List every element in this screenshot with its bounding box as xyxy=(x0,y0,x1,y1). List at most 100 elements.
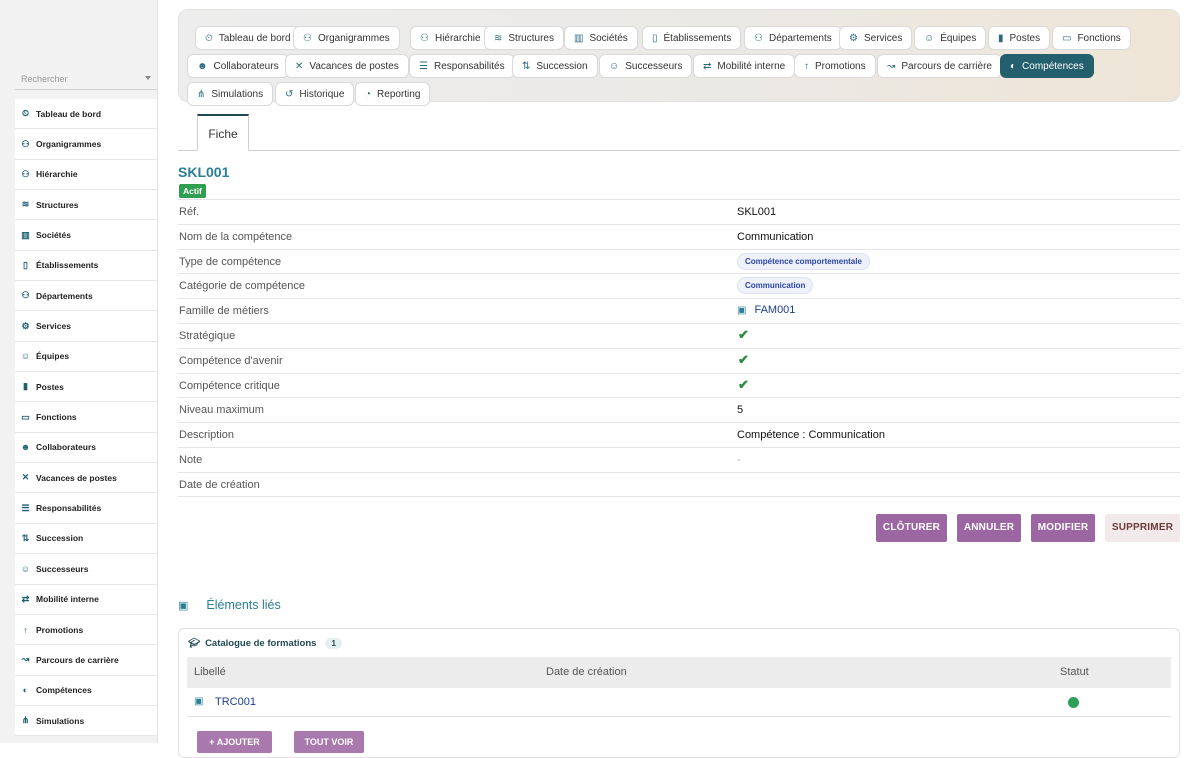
nav-pill-societes[interactable]: ▥ Sociétés xyxy=(564,26,638,50)
nav-pill-label: Équipes xyxy=(940,32,977,44)
nav-pill-succession[interactable]: ⇅ Succession xyxy=(512,54,598,78)
nav-pill-label: Mobilité interne xyxy=(717,60,786,72)
main-content: ⏲ Tableau de bord ⚇ Organigrammes ⚇ Hiérarchi… xyxy=(178,0,1180,758)
sidebar-item-simulations[interactable]: ⋔ Simulations xyxy=(15,706,157,737)
sidebar-item-promotions[interactable]: ↑ Promotions xyxy=(15,615,157,646)
sidebar-item-label: Parcours de carrière xyxy=(36,654,119,665)
nav-pill-competences[interactable]: ◐ Compétences xyxy=(1000,54,1094,78)
societes-icon: ▥ xyxy=(574,32,584,44)
sidebar-item-succession[interactable]: ⇅ Succession xyxy=(15,524,157,555)
sidebar-item-label: Succession xyxy=(36,533,84,544)
book-icon: ▣ xyxy=(737,305,747,317)
services-icon: ⚙ xyxy=(849,32,858,44)
delete-button[interactable]: SUPPRIMER xyxy=(1105,514,1180,542)
sidebar-item-services[interactable]: ⚙ Services xyxy=(15,311,157,342)
nav-pill-promotions[interactable]: ↑ Promotions xyxy=(794,54,876,78)
mobilite-interne-icon: ⇄ xyxy=(703,60,712,72)
nav-pill-responsabilites[interactable]: ☰ Responsabilités xyxy=(409,54,515,78)
sidebar-item-label: Établissements xyxy=(36,260,99,271)
sidebar-item-mobilite-interne[interactable]: ⇄ Mobilité interne xyxy=(15,585,157,615)
mobilite-interne-icon: ⇄ xyxy=(21,593,30,604)
record-fields: Réf. SKL001 Nom de la compétence Communi… xyxy=(178,199,1180,497)
nav-pill-label: Hiérarchie xyxy=(434,32,481,44)
sidebar-item-parcours-de-carriere[interactable]: ↝ Parcours de carrière xyxy=(15,645,157,676)
nav-pill-vacances-de-postes[interactable]: ✕ Vacances de postes xyxy=(285,54,409,78)
postes-icon: ▮ xyxy=(998,32,1004,44)
sidebar-item-fonctions[interactable]: ▭ Fonctions xyxy=(15,402,157,433)
see-all-button[interactable]: TOUT VOIR xyxy=(294,731,364,753)
sidebar-item-postes[interactable]: ▮ Postes xyxy=(15,372,157,403)
column-header: Libellé xyxy=(194,666,226,678)
add-button[interactable]: + AJOUTER xyxy=(197,731,272,753)
nav-pill-structures[interactable]: ≋ Structures xyxy=(484,26,564,50)
training-link[interactable]: TRC001 xyxy=(215,696,256,708)
sidebar-item-organigrammes[interactable]: ⚇ Organigrammes xyxy=(15,129,157,160)
nav-pill-equipes[interactable]: ☺ Équipes xyxy=(914,26,987,50)
sidebar-item-hierarchie[interactable]: ⚇ Hiérarchie xyxy=(15,160,157,191)
sidebar-search-select[interactable]: Rechercher xyxy=(15,68,157,90)
field-row-category: Catégorie de compétence Communication xyxy=(178,273,1180,298)
organigrammes-icon: ⚇ xyxy=(303,32,312,44)
cancel-button[interactable]: ANNULER xyxy=(957,514,1021,542)
sidebar-item-competences[interactable]: ◐ Compétences xyxy=(15,676,157,706)
nav-pill-historique[interactable]: ↺ Historique xyxy=(275,82,355,106)
nav-pill-mobilite-interne[interactable]: ⇄ Mobilité interne xyxy=(693,54,796,78)
field-row-note: Note - xyxy=(178,446,1180,472)
nav-pill-postes[interactable]: ▮ Postes xyxy=(988,26,1051,50)
sidebar-item-vacances-de-postes[interactable]: ✕ Vacances de postes xyxy=(15,463,157,494)
field-label: Note xyxy=(179,453,203,466)
tab-fiche[interactable]: Fiche xyxy=(197,114,249,151)
tableau-de-bord-icon: ⏲ xyxy=(205,32,213,44)
field-row-max-level: Niveau maximum 5 xyxy=(178,397,1180,422)
table-header: Libellé Date de création Statut xyxy=(187,657,1171,688)
competences-icon: ◐ xyxy=(1010,60,1017,72)
nav-pill-label: Compétences xyxy=(1022,60,1084,72)
nav-pill-parcours-de-carriere[interactable]: ↝ Parcours de carrière xyxy=(877,54,1002,78)
table-row[interactable]: ▣ TRC001 xyxy=(187,688,1171,717)
sidebar-item-tableau-de-bord[interactable]: ⏲ Tableau de bord xyxy=(15,99,157,130)
nav-pill-label: Responsabilités xyxy=(433,60,505,72)
sidebar-item-collaborateurs[interactable]: ☻ Collaborateurs xyxy=(15,433,157,464)
field-label: Compétence d'avenir xyxy=(179,354,283,367)
nav-pill-hierarchie[interactable]: ⚇ Hiérarchie xyxy=(410,26,491,50)
hierarchie-icon: ⚇ xyxy=(420,32,429,44)
sidebar-item-successeurs[interactable]: ☺ Successeurs xyxy=(15,554,157,585)
nav-pill-etablissements[interactable]: ▯ Établissements xyxy=(642,26,742,50)
nav-pill-label: Organigrammes xyxy=(317,32,390,44)
book-icon: ▣ xyxy=(194,696,204,707)
book-icon: ▣ xyxy=(178,600,189,612)
nav-pill-tableau-de-bord[interactable]: ⏲ Tableau de bord xyxy=(195,26,301,50)
sidebar-item-departements[interactable]: ⚇ Départements xyxy=(15,281,157,312)
field-row-strategic: Stratégique ✔ xyxy=(178,322,1180,348)
sidebar-item-label: Fonctions xyxy=(36,412,77,423)
field-label: Nom de la compétence xyxy=(179,230,293,243)
close-button[interactable]: CLÔTURER xyxy=(876,514,947,542)
sidebar-item-societes[interactable]: ▥ Sociétés xyxy=(15,220,157,251)
promotions-icon: ↑ xyxy=(804,60,809,72)
family-link[interactable]: ▣ FAM001 xyxy=(737,304,795,316)
edit-button[interactable]: MODIFIER xyxy=(1031,514,1095,542)
sidebar-item-label: Structures xyxy=(36,199,79,210)
nav-pill-simulations[interactable]: ⋔ Simulations xyxy=(187,82,274,106)
sidebar-item-structures[interactable]: ≋ Structures xyxy=(15,190,157,221)
sidebar-item-label: Vacances de postes xyxy=(36,472,117,483)
nav-pill-services[interactable]: ⚙ Services xyxy=(839,26,913,50)
sidebar-item-label: Responsabilités xyxy=(36,503,102,514)
simulations-icon: ⋔ xyxy=(21,715,30,726)
sidebar-item-label: Successeurs xyxy=(36,563,89,574)
nav-pill-label: Simulations xyxy=(211,88,264,100)
sidebar-item-equipes[interactable]: ☺ Équipes xyxy=(15,342,157,373)
nav-pill-departements[interactable]: ⚇ Départements xyxy=(744,26,842,50)
nav-pill-collaborateurs[interactable]: ☻ Collaborateurs xyxy=(187,54,289,78)
nav-pill-fonctions[interactable]: ▭ Fonctions xyxy=(1052,26,1131,50)
sidebar-item-etablissements[interactable]: ▯ Établissements xyxy=(15,251,157,282)
nav-pill-organigrammes[interactable]: ⚇ Organigrammes xyxy=(293,26,400,50)
field-row-created: Date de création xyxy=(178,471,1180,497)
chevron-down-icon[interactable] xyxy=(145,76,151,80)
nav-pill-successeurs[interactable]: ☺ Successeurs xyxy=(599,54,693,78)
sidebar-item-responsabilites[interactable]: ☰ Responsabilités xyxy=(15,493,157,524)
structures-icon: ≋ xyxy=(494,32,503,44)
nav-pill-reporting[interactable]: ◔ Reporting xyxy=(355,82,431,106)
sidebar-item-label: Hiérarchie xyxy=(36,169,78,180)
simulations-icon: ⋔ xyxy=(197,88,206,100)
